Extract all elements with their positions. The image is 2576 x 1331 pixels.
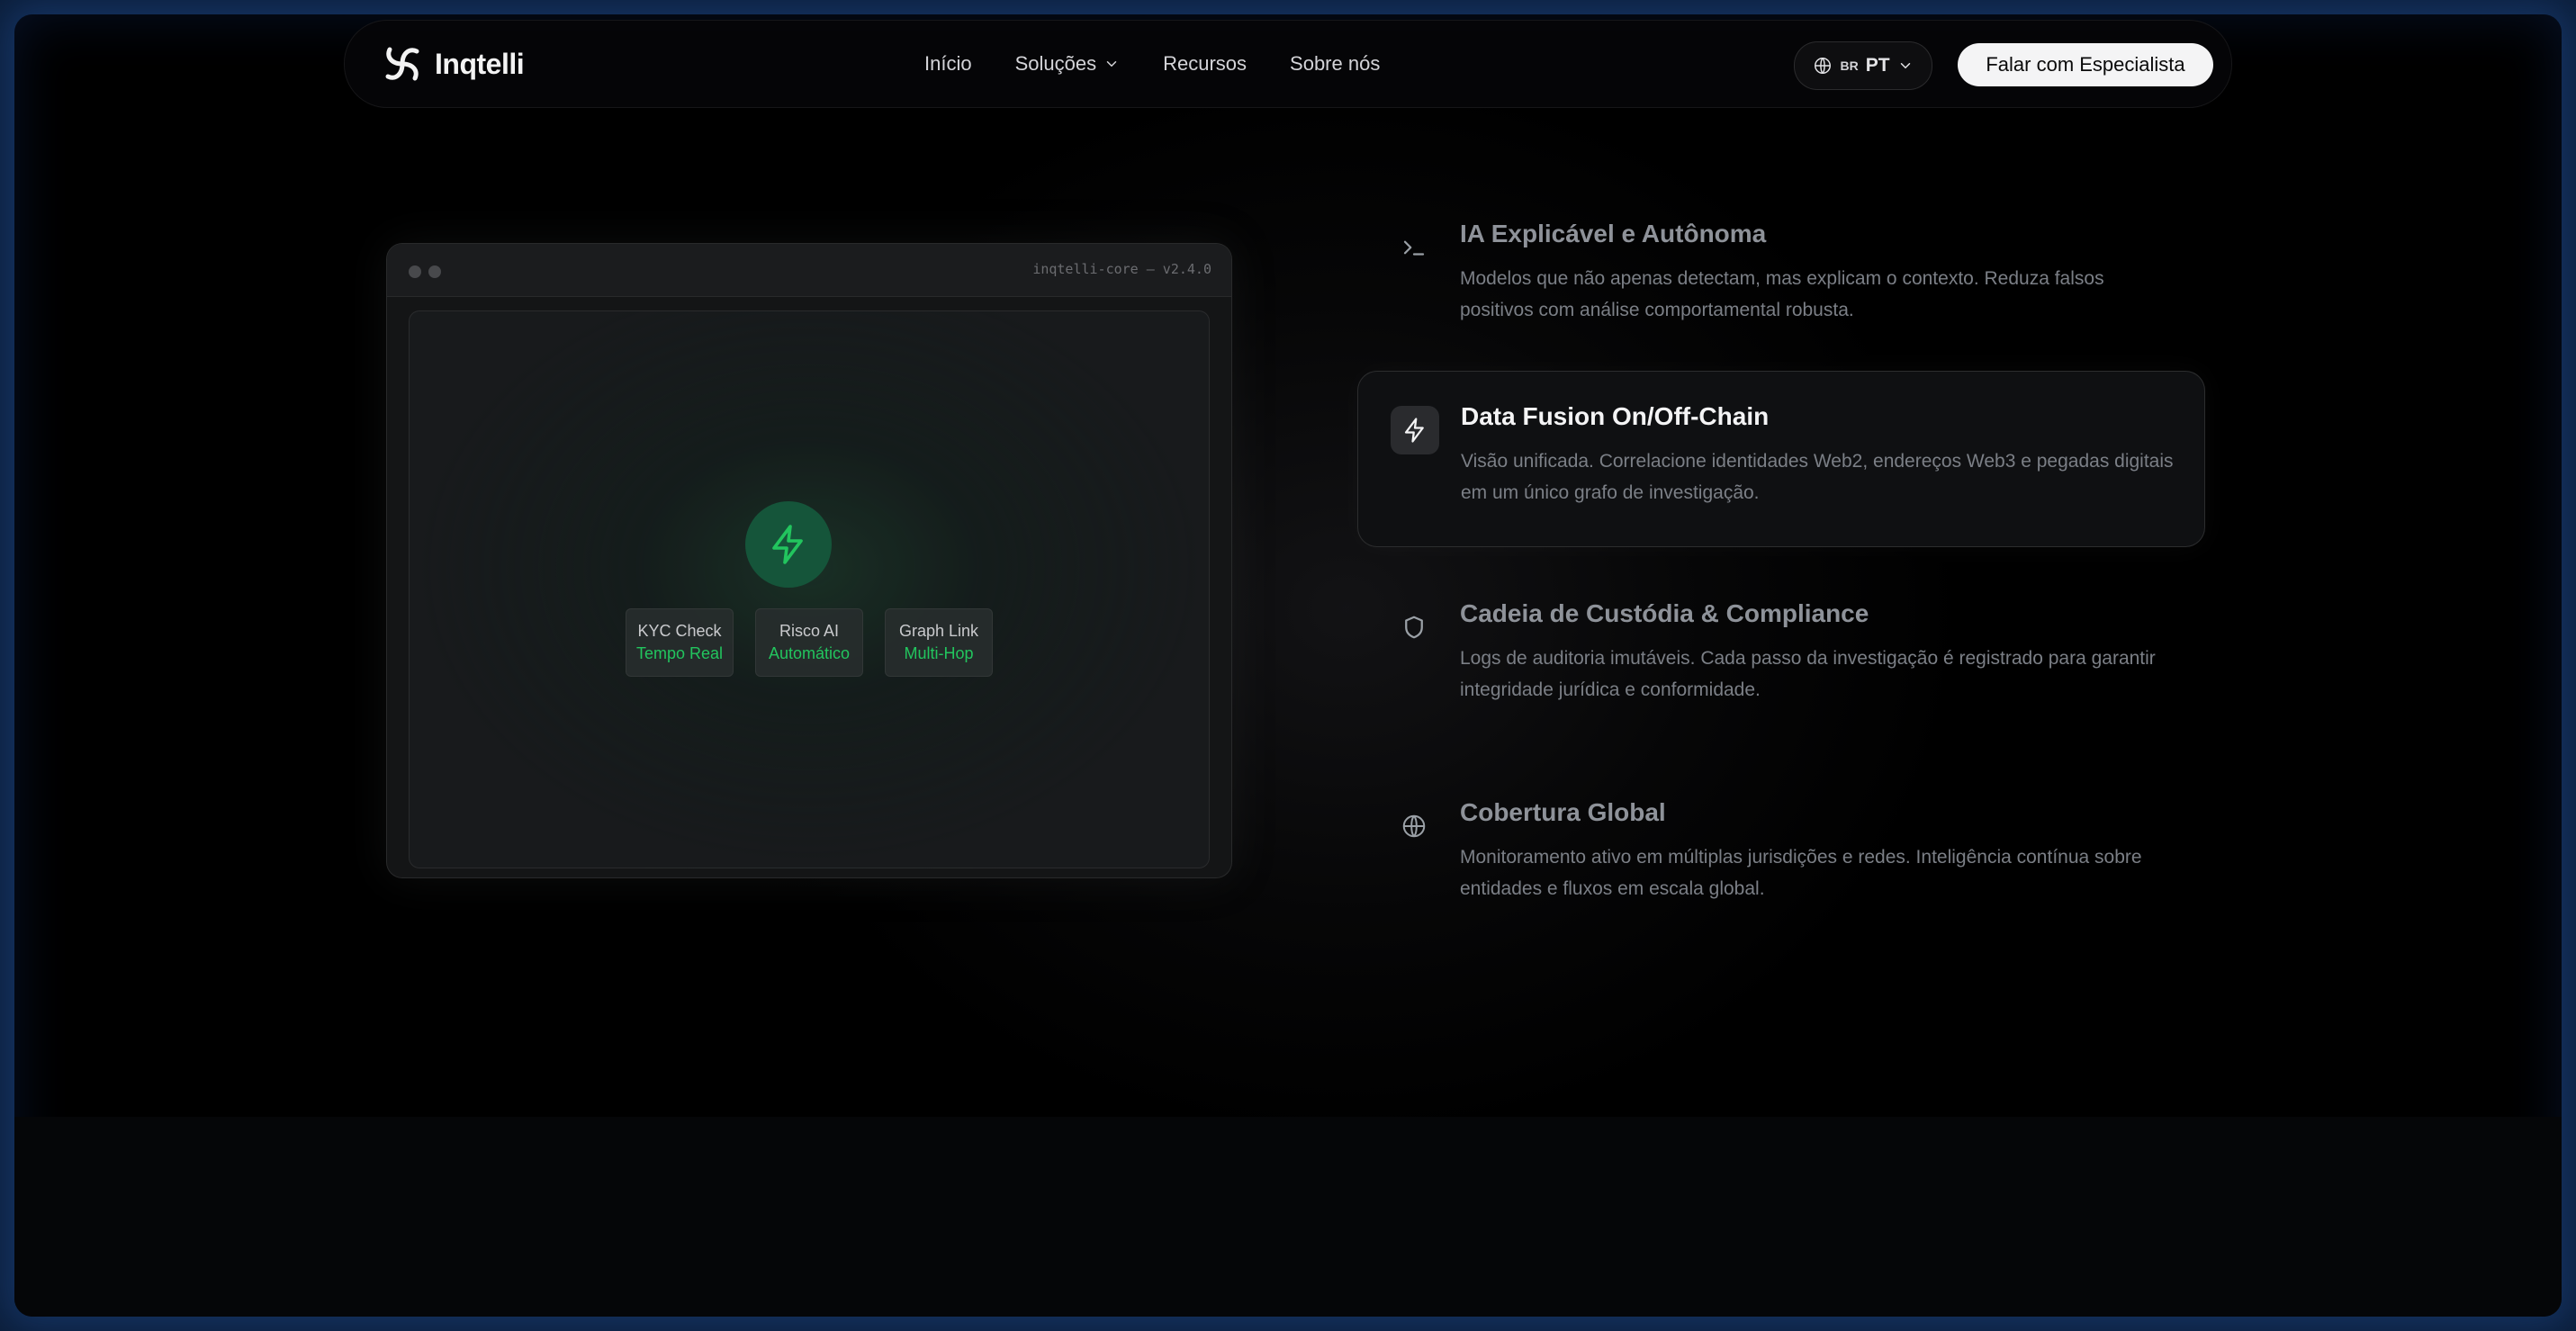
feature-ia-explicavel[interactable]: IA Explicável e Autônoma Modelos que não… [1357, 189, 2203, 364]
feature-title: Cobertura Global [1460, 798, 1666, 826]
chip-subtitle: Automático [768, 644, 851, 662]
feature-description: Logs de auditoria imutáveis. Cada passo … [1460, 648, 2156, 700]
chevron-down-icon [1900, 63, 1910, 69]
nav-item-label: Recursos [1163, 52, 1247, 75]
talk-to-specialist-button[interactable]: Falar com Especialista [1958, 43, 2213, 86]
nav-item-sobre-nos[interactable]: Sobre nós [1290, 52, 1380, 76]
nav-item-inicio[interactable]: Início [924, 52, 972, 76]
terminal-icon [1403, 240, 1425, 256]
chip-title: KYC Check [637, 622, 722, 640]
nav-item-solucoes[interactable]: Soluções [1015, 52, 1121, 76]
feature-icon-wrap [1390, 603, 1438, 652]
shield-icon [1405, 616, 1423, 639]
chip-title: Risco AI [779, 622, 840, 640]
chip-subtitle: Multi-Hop [904, 644, 974, 662]
chip-risco-ai: Risco AI Automático [755, 608, 863, 677]
window-dot [409, 265, 421, 278]
chip-graph-link: Graph Link Multi-Hop [885, 608, 993, 677]
feature-title: Cadeia de Custódia & Compliance [1460, 599, 1869, 627]
lightning-icon [772, 525, 803, 564]
core-node [745, 501, 832, 588]
page-frame: Inqtelli Início Soluções Recursos Sobre … [14, 14, 2562, 1317]
navbar: Inqtelli Início Soluções Recursos Sobre … [344, 20, 2232, 108]
window-dot [428, 265, 441, 278]
window-title: inqtelli-core — v2.4.0 [1032, 261, 1211, 277]
nav-item-recursos[interactable]: Recursos [1163, 52, 1247, 76]
nav-item-label: Soluções [1014, 52, 1097, 75]
feature-description: Visão unificada. Correlacione identidade… [1461, 451, 2174, 503]
window-title-bar: inqtelli-core — v2.4.0 [387, 244, 1231, 297]
language-code: PT [1865, 55, 1890, 76]
nav-item-label: Início [924, 52, 972, 75]
language-selector[interactable]: BR PT [1794, 41, 1932, 90]
globe-icon [1402, 814, 1426, 838]
console-canvas: KYC Check Tempo Real Risco AI Automático… [409, 310, 1210, 868]
brand-logo[interactable]: Inqtelli [379, 40, 525, 87]
nav-item-label: Sobre nós [1290, 52, 1381, 75]
lightning-icon [1404, 418, 1424, 443]
feature-icon-wrap [1390, 802, 1438, 850]
feature-icon-wrap [1390, 223, 1438, 272]
main-menu: Início Soluções Recursos Sobre nós [924, 21, 1380, 107]
feature-data-fusion[interactable]: Data Fusion On/Off-Chain Visão unificada… [1357, 371, 2205, 547]
feature-title: IA Explicável e Autônoma [1460, 220, 1767, 247]
chip-kyc-check: KYC Check Tempo Real [626, 608, 734, 677]
chevron-down-icon [1106, 61, 1117, 67]
feature-title: Data Fusion On/Off-Chain [1461, 402, 1770, 430]
feature-description: Monitoramento ativo em múltiplas jurisdi… [1460, 847, 2142, 899]
swirl-logo-icon [385, 47, 419, 81]
console-window: inqtelli-core — v2.4.0 KYC Check Tempo R… [386, 243, 1232, 878]
language-flag: BR [1840, 58, 1859, 73]
chip-title: Graph Link [898, 622, 979, 640]
brand-name: Inqtelli [435, 47, 525, 80]
feature-cobertura-global[interactable]: Cobertura Global Monitoramento ativo em … [1357, 768, 2203, 942]
chip-subtitle: Tempo Real [635, 644, 724, 662]
feature-description: Modelos que não apenas detectam, mas exp… [1460, 268, 2104, 320]
feature-icon-wrap [1391, 406, 1439, 454]
feature-cadeia-custodia[interactable]: Cadeia de Custódia & Compliance Logs de … [1357, 569, 2203, 743]
globe-icon [1815, 58, 1832, 74]
bottom-section [14, 1117, 2562, 1317]
